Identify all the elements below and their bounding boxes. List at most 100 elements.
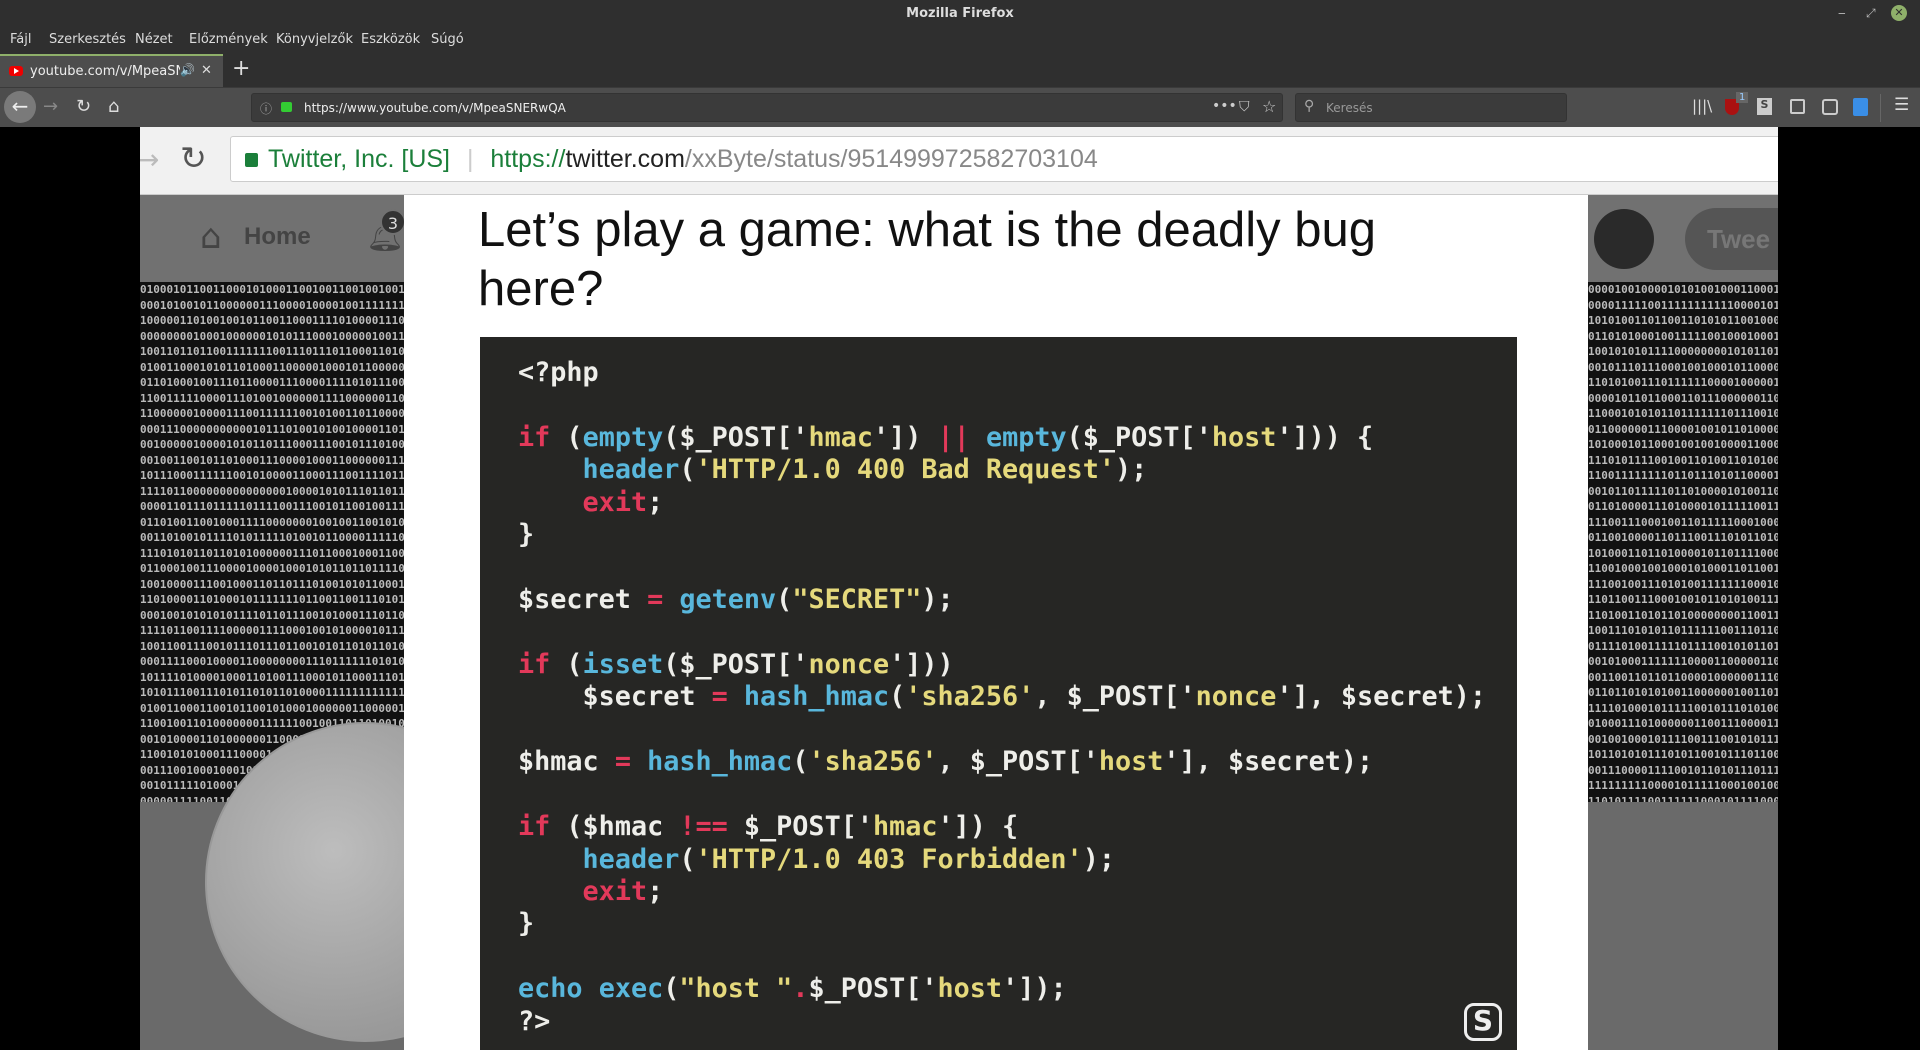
code-token-txt: ']) xyxy=(872,421,938,453)
window-title: Mozilla Firefox xyxy=(906,6,1014,21)
code-token-txt: $_POST[' xyxy=(808,973,938,1005)
code-token-str: nonce xyxy=(808,648,890,680)
code-token-txt: ']); xyxy=(1002,973,1067,1005)
code-token-fn: getenv xyxy=(679,584,777,616)
slide: Let’s play a game: what is the deadly bu… xyxy=(404,195,1588,1050)
home-icon: ⌂ xyxy=(200,217,222,257)
menu-file[interactable]: Fájl xyxy=(10,32,31,47)
page-actions-icon[interactable]: ••• xyxy=(1212,98,1237,114)
code-token-str: hmac xyxy=(872,811,938,843)
bookmark-star-icon[interactable]: ☆ xyxy=(1262,97,1276,116)
code-token-txt: ); xyxy=(1114,454,1148,486)
code-token-txt: ($_POST[' xyxy=(663,648,809,680)
pocket-icon[interactable]: ⛉ xyxy=(1239,99,1250,115)
code-token-fn: empty xyxy=(582,421,664,453)
code-token-txt: '], $secret); xyxy=(1163,746,1374,778)
menu-view[interactable]: Nézet xyxy=(135,32,173,47)
code-token-str: host xyxy=(1211,421,1277,453)
code-token-txt: $secret xyxy=(518,681,712,713)
code-line: $secret = hash_hmac('sha256', $_POST['no… xyxy=(518,681,1487,713)
forward-button[interactable]: → xyxy=(43,96,58,117)
library-icon[interactable]: |||\ xyxy=(1692,97,1712,115)
code-token-op: || xyxy=(937,421,970,453)
code: <?php if (empty($_POST['hmac']) || empty(… xyxy=(518,357,1486,1038)
code-token-txt: ); xyxy=(1082,843,1115,875)
tab-youtube[interactable]: youtube.com/v/MpeaSNERwQA 🔊 ✕ xyxy=(0,54,223,87)
code-token-fn: hash_hmac xyxy=(743,681,890,713)
code-line: header('HTTP/1.0 400 Bad Request'); xyxy=(518,454,1486,486)
code-token-str: 'HTTP/1.0 403 Forbidden' xyxy=(695,843,1083,875)
url-path: /xxByte/status/951499972582703104 xyxy=(684,145,1098,173)
code-line: if (empty($_POST['hmac']) || empty($_POS… xyxy=(518,422,1486,454)
code-token-kw: exit xyxy=(582,486,648,518)
code-token-txt: , $_POST[' xyxy=(1034,681,1196,713)
search-input[interactable]: Keresés xyxy=(1326,101,1373,115)
menu-bar: Fájl Szerkesztés Nézet Előzmények Könyvj… xyxy=(0,28,1920,54)
code-token-txt: $hmac xyxy=(518,746,615,778)
code-token-txt: $_POST[' xyxy=(727,811,873,843)
url-bar[interactable]: ⓘ https://www.youtube.com/v/MpeaSNERwQA … xyxy=(251,93,1283,122)
tab-close-icon[interactable]: ✕ xyxy=(201,63,212,78)
code-token-txt: ( xyxy=(889,681,906,713)
extension-s-icon[interactable]: S xyxy=(1757,98,1772,115)
code-token-txt: '], $secret); xyxy=(1276,681,1487,713)
code-token-txt: ( xyxy=(776,584,793,616)
search-bar[interactable]: ⚲ Keresés xyxy=(1295,93,1567,122)
code-token-fn: exec xyxy=(598,973,664,1005)
code-token-txt: ?> xyxy=(518,1005,551,1037)
code-token-txt: <?php xyxy=(518,357,599,388)
video-lock-icon xyxy=(245,153,258,167)
home-button[interactable]: ⌂ xyxy=(108,96,119,117)
sidebar-icon[interactable] xyxy=(1790,99,1805,114)
code-line: $hmac = hash_hmac('sha256', $_POST['host… xyxy=(518,746,1486,778)
info-icon[interactable]: ⓘ xyxy=(260,100,272,117)
code-token-txt: ($_POST[' xyxy=(663,421,809,453)
password-manager-icon[interactable] xyxy=(1853,98,1868,116)
twitter-home-link: Home xyxy=(244,223,311,250)
code-token-fn: header xyxy=(582,843,680,875)
back-button[interactable]: ← xyxy=(4,91,36,123)
code-token-str: "host " xyxy=(679,973,793,1005)
reload-button[interactable]: ↻ xyxy=(76,96,91,117)
maximize-button[interactable]: ⤢ xyxy=(1866,6,1876,21)
code-token-txt: } xyxy=(518,519,535,551)
notification-badge: 3 xyxy=(380,209,406,235)
menu-bookmarks[interactable]: Könyvjelzők xyxy=(276,32,353,47)
video-player[interactable]: → ↻ Twitter, Inc. [US] | https://twitter… xyxy=(140,127,1778,1050)
url-text[interactable]: https://www.youtube.com/v/MpeaSNERwQA xyxy=(304,101,566,115)
reader-icon[interactable] xyxy=(1822,99,1838,115)
code-line: header('HTTP/1.0 403 Forbidden'); xyxy=(518,844,1486,876)
minimize-button[interactable]: ‒ xyxy=(1838,6,1846,20)
menu-history[interactable]: Előzmények xyxy=(189,32,268,47)
code-token-str: nonce xyxy=(1195,681,1277,713)
code-token-txt: ( xyxy=(550,648,583,680)
youtube-favicon-icon xyxy=(9,66,23,76)
code-token-fn: echo xyxy=(518,973,583,1005)
menu-help[interactable]: Súgó xyxy=(431,32,464,47)
menu-edit[interactable]: Szerkesztés xyxy=(49,32,126,47)
url-scheme: https:// xyxy=(490,145,566,173)
slide-title: Let’s play a game: what is the deadly bu… xyxy=(478,203,1377,316)
binary-pattern: 0000100100001010100100011000101001111011… xyxy=(1588,282,1778,802)
menu-tools[interactable]: Eszközök xyxy=(361,32,420,47)
tab-title: youtube.com/v/MpeaSNERwQA xyxy=(30,64,180,79)
ublock-badge: 1 xyxy=(1736,92,1749,103)
tweet-button: Twee xyxy=(1685,208,1778,270)
close-window-button[interactable]: ✕ xyxy=(1891,5,1907,21)
hamburger-menu-icon[interactable]: ☰ xyxy=(1894,95,1909,115)
code-token-str: hmac xyxy=(808,421,873,453)
code-token-txt: ; xyxy=(647,486,664,518)
code-token-txt: , $_POST[' xyxy=(937,746,1099,778)
new-tab-button[interactable]: + xyxy=(232,56,250,81)
window-titlebar: Mozilla Firefox xyxy=(0,0,1920,28)
speaker-icon[interactable]: 🔊 xyxy=(180,63,195,77)
code-token-str: "SECRET" xyxy=(792,584,922,616)
